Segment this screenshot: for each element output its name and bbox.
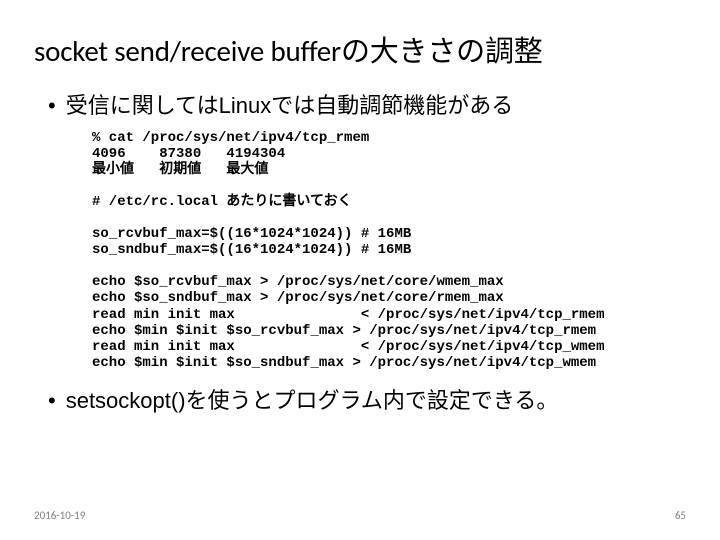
footer-date: 2016-10-19 [34,509,85,522]
code-line: so_rcvbuf_max=$((16*1024*1024)) # 16MB [92,226,411,242]
bullet-text: 受信に関してはLinuxでは自動調節機能がある [66,92,514,120]
bullet-item: • setsockopt()を使うとプログラム内で設定できる。 [48,387,686,415]
code-line: % cat /proc/sys/net/ipv4/tcp_rmem [92,130,369,146]
code-line: 最小値 初期値 最大値 [92,162,268,178]
code-block: % cat /proc/sys/net/ipv4/tcp_rmem 4096 8… [92,130,686,371]
code-line: echo $so_sndbuf_max > /proc/sys/net/core… [92,290,504,306]
code-line: so_sndbuf_max=$((16*1024*1024)) # 16MB [92,242,411,258]
slide: socket send/receive bufferの大きさの調整 • 受信に関… [0,0,720,540]
slide-title: socket send/receive bufferの大きさの調整 [34,28,686,70]
code-line: echo $min $init $so_rcvbuf_max > /proc/s… [92,323,596,339]
code-line: read min init max < /proc/sys/net/ipv4/t… [92,339,604,355]
footer: 2016-10-19 65 [0,509,720,522]
code-line: # /etc/rc.local あたりに書いておく [92,194,352,210]
code-line: echo $so_rcvbuf_max > /proc/sys/net/core… [92,274,504,290]
bullet-item: • 受信に関してはLinuxでは自動調節機能がある [48,92,686,120]
bullet-dot: • [48,95,56,117]
code-line: echo $min $init $so_sndbuf_max > /proc/s… [92,355,596,371]
code-line: 4096 87380 4194304 [92,146,285,162]
bullet-dot: • [48,390,56,412]
page-number: 65 [675,509,686,522]
code-line: read min init max < /proc/sys/net/ipv4/t… [92,307,604,323]
bullet-text: setsockopt()を使うとプログラム内で設定できる。 [66,387,559,415]
